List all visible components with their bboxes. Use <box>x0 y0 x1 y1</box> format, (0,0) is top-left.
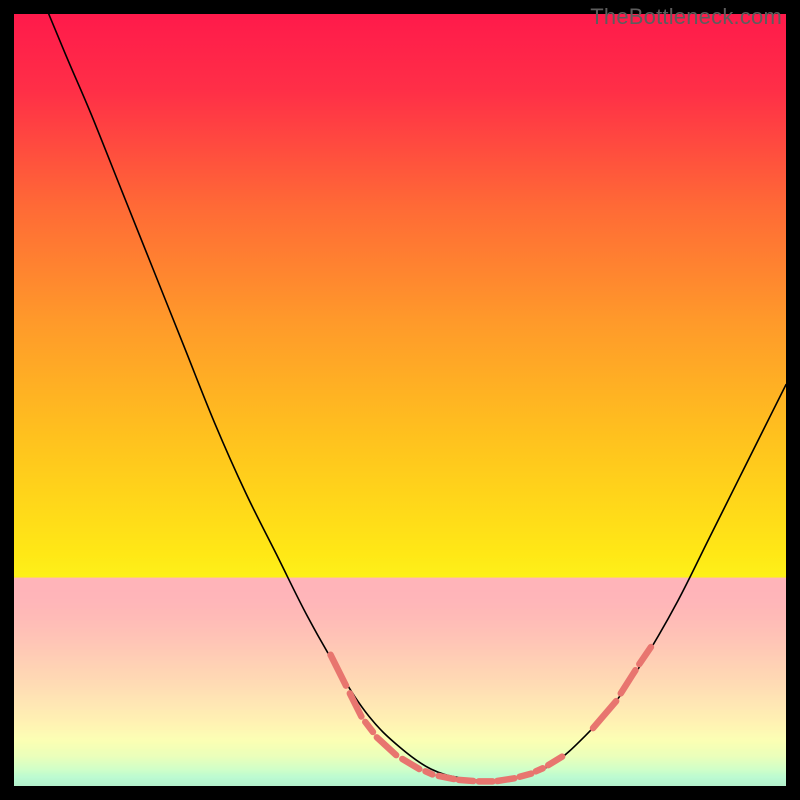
pale-band <box>14 578 786 786</box>
watermark-text: TheBottleneck.com <box>590 4 782 30</box>
highlight-dash <box>459 780 474 781</box>
highlight-dash <box>536 768 543 771</box>
highlight-dash <box>497 778 514 781</box>
highlight-dash <box>425 771 432 774</box>
highlight-dash <box>439 776 454 779</box>
bottleneck-chart <box>14 14 786 786</box>
highlight-dash <box>520 774 532 777</box>
chart-frame <box>14 14 786 786</box>
